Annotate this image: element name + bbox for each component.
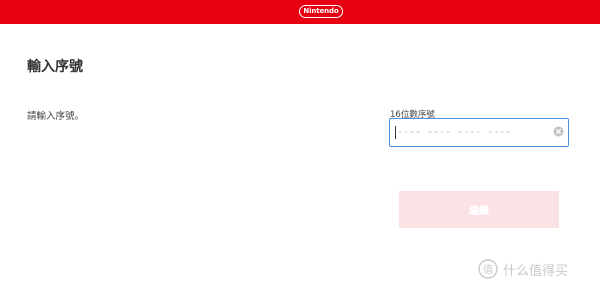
submit-button[interactable]: 繼續 [399,191,559,228]
code-input[interactable] [390,119,557,145]
page-title: 輸入序號 [27,59,83,75]
watermark-logo-text: 值 [483,263,493,276]
clear-icon[interactable] [553,126,564,137]
watermark: 值 什么值得买 [478,258,568,280]
nintendo-logo: Nintendo [299,5,343,18]
watermark-text: 什么值得买 [503,263,569,279]
code-field[interactable] [389,118,569,147]
top-header: Nintendo [0,0,600,24]
instruction-text: 請輸入序號。 [27,111,85,122]
watermark-logo-icon: 值 [478,259,498,279]
text-caret [395,126,396,139]
